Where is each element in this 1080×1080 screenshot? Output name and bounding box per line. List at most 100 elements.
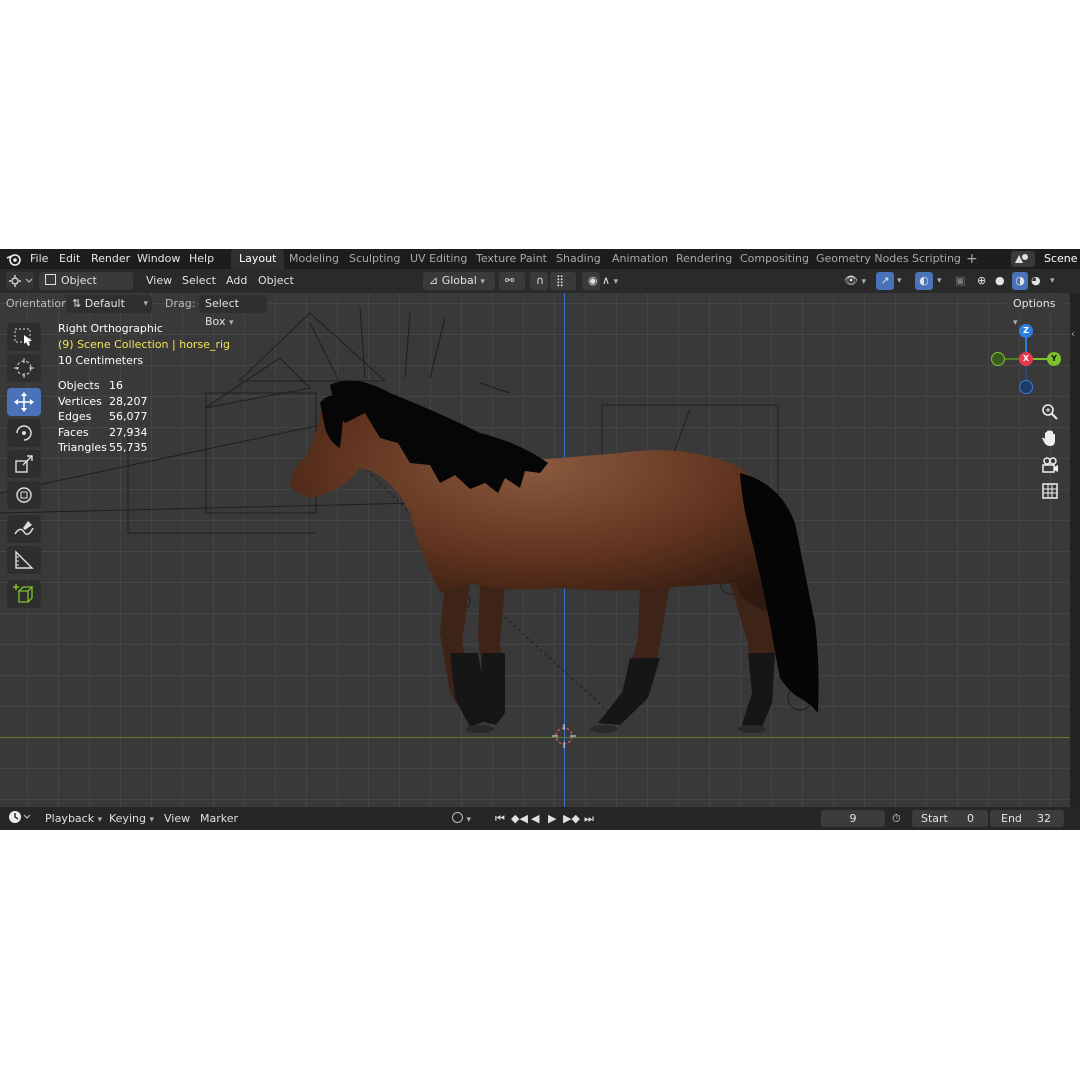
transform-orientation-dropdown[interactable]: ⊿ Global ▾ [423,272,495,290]
top-menu-bar: File Edit Render Window Help Layout Mode… [0,249,1080,269]
shading-rendered[interactable]: ◕ [1031,272,1041,290]
prev-keyframe-icon: ◆◀ [511,812,528,825]
rotate-tool[interactable] [7,419,41,447]
end-frame-field[interactable]: End 32 [990,810,1064,827]
timeline-editor-type-button[interactable] [8,807,32,830]
visibility-dropdown[interactable]: 👁 ▾ [844,272,866,290]
shading-wireframe[interactable]: ⊕ [977,272,986,290]
view-menu[interactable]: View [146,272,172,290]
overlay-toggle[interactable]: ◐ [915,272,933,290]
play-button[interactable]: ▶ [548,807,556,830]
tab-shading[interactable]: Shading [556,249,601,269]
jump-next-keyframe-button[interactable]: ▶◆ [563,807,580,830]
gizmo-x-axis[interactable]: X [1019,352,1033,366]
scene-icon[interactable] [1011,251,1035,267]
grid-view-icon[interactable] [1040,481,1060,501]
start-frame-field[interactable]: Start 0 [912,810,988,827]
options-dropdown[interactable]: Options ▾ [1007,295,1063,328]
falloff-dropdown[interactable]: ∧ ▾ [602,272,618,290]
gizmo-toggle[interactable]: ↗ [876,272,894,290]
tab-geometry-nodes[interactable]: Geometry Nodes [816,249,909,269]
menu-file[interactable]: File [30,249,48,269]
orientation-axes-icon: ⊿ [429,274,439,287]
snap-toggle[interactable]: ∩ [530,272,548,290]
auto-keying-toggle[interactable]: ▾ [452,807,471,830]
add-cube-tool[interactable] [7,580,41,608]
play-reverse-button[interactable]: ◀ [531,807,539,830]
pan-hand-icon[interactable] [1040,428,1060,448]
add-menu[interactable]: Add [226,272,247,290]
playback-menu[interactable]: Playback ▾ [45,807,102,830]
measure-tool[interactable] [7,546,41,574]
move-tool[interactable] [7,388,41,416]
gizmo-y-axis[interactable]: Y [1047,352,1061,366]
current-frame-field[interactable]: 9 [821,810,885,827]
select-box-tool[interactable] [7,323,41,351]
cursor-tool[interactable] [7,354,41,382]
menu-help[interactable]: Help [189,249,214,269]
gizmo-neg-y-axis[interactable] [991,352,1005,366]
falloff-curve-icon: ∧ [602,274,611,287]
xray-toggle[interactable]: ▣ [955,272,965,290]
menu-render[interactable]: Render [91,249,130,269]
scale-icon [15,455,33,473]
clock-icon [9,811,31,823]
stopwatch-icon[interactable]: ⏱ [892,807,901,830]
shading-dropdown[interactable]: ▾ [1050,272,1055,290]
menu-window[interactable]: Window [137,249,180,269]
tab-uv-editing[interactable]: UV Editing [410,249,467,269]
cursor-icon [14,358,34,378]
horse-model[interactable] [0,293,1070,807]
wireframe-sphere-icon: ⊕ [977,274,987,287]
mode-dropdown[interactable]: Object Mode ▾ [39,272,133,305]
jump-start-button[interactable]: ⏮ [495,807,505,830]
options-label: Options [1013,297,1056,310]
orientation-dropdown[interactable]: ⇅ Default ▾ [66,295,152,313]
tab-animation[interactable]: Animation [612,249,668,269]
jump-start-icon: ⏮ [495,812,505,825]
proportional-icon: ◉ [588,274,598,287]
sidebar-toggle-icon[interactable]: ‹ [1071,329,1075,340]
tab-modeling[interactable]: Modeling [289,249,339,269]
move-arrows-icon [14,392,34,412]
proportional-edit-toggle[interactable]: ◉ [582,272,600,290]
snap-target-dropdown[interactable]: ⣿ ▾ [550,272,576,305]
drag-dropdown[interactable]: Select Box ▾ [199,295,267,328]
scale-tool[interactable] [7,450,41,478]
rendered-sphere-icon: ◕ [1031,274,1041,287]
view-name: Right Orthographic [58,322,163,335]
overlay-dropdown[interactable]: ▾ [937,272,942,290]
scene-name[interactable]: Scene [1044,249,1078,269]
tab-sculpting[interactable]: Sculpting [349,249,400,269]
tab-layout[interactable]: Layout [231,249,285,269]
tab-scripting[interactable]: Scripting [912,249,961,269]
tab-rendering[interactable]: Rendering [676,249,732,269]
shading-solid[interactable]: ● [995,272,1005,290]
zoom-icon[interactable] [1040,402,1060,422]
tab-texture-paint[interactable]: Texture Paint [476,249,547,269]
gizmo-neg-z-axis[interactable] [1019,380,1033,394]
gizmo-z-axis[interactable]: Z [1019,324,1033,338]
play-reverse-icon: ◀ [531,812,540,825]
editor-type-button[interactable] [6,272,34,290]
annotate-tool[interactable] [7,515,41,543]
jump-end-button[interactable]: ⏭ [584,807,594,830]
timeline-view-menu[interactable]: View [164,807,190,830]
marker-menu[interactable]: Marker [200,807,238,830]
object-menu[interactable]: Object [258,272,294,290]
select-menu[interactable]: Select [182,272,216,290]
viewport-right-edge[interactable]: ‹ [1070,293,1080,807]
blender-logo-icon[interactable] [6,252,22,269]
add-workspace-button[interactable]: + [966,249,978,269]
pivot-point-button[interactable]: ⚯ ▾ [499,272,525,305]
tab-compositing[interactable]: Compositing [740,249,809,269]
eye-icon: 👁 [844,274,858,287]
gizmo-dropdown[interactable]: ▾ [897,272,902,290]
camera-view-icon[interactable] [1040,455,1060,475]
3d-viewport[interactable]: Right Orthographic (9) Scene Collection … [0,293,1070,807]
transform-tool[interactable] [7,481,41,509]
keying-menu[interactable]: Keying ▾ [109,807,154,830]
jump-prev-keyframe-button[interactable]: ◆◀ [511,807,528,830]
menu-edit[interactable]: Edit [59,249,80,269]
shading-material[interactable]: ◑ [1012,272,1028,290]
